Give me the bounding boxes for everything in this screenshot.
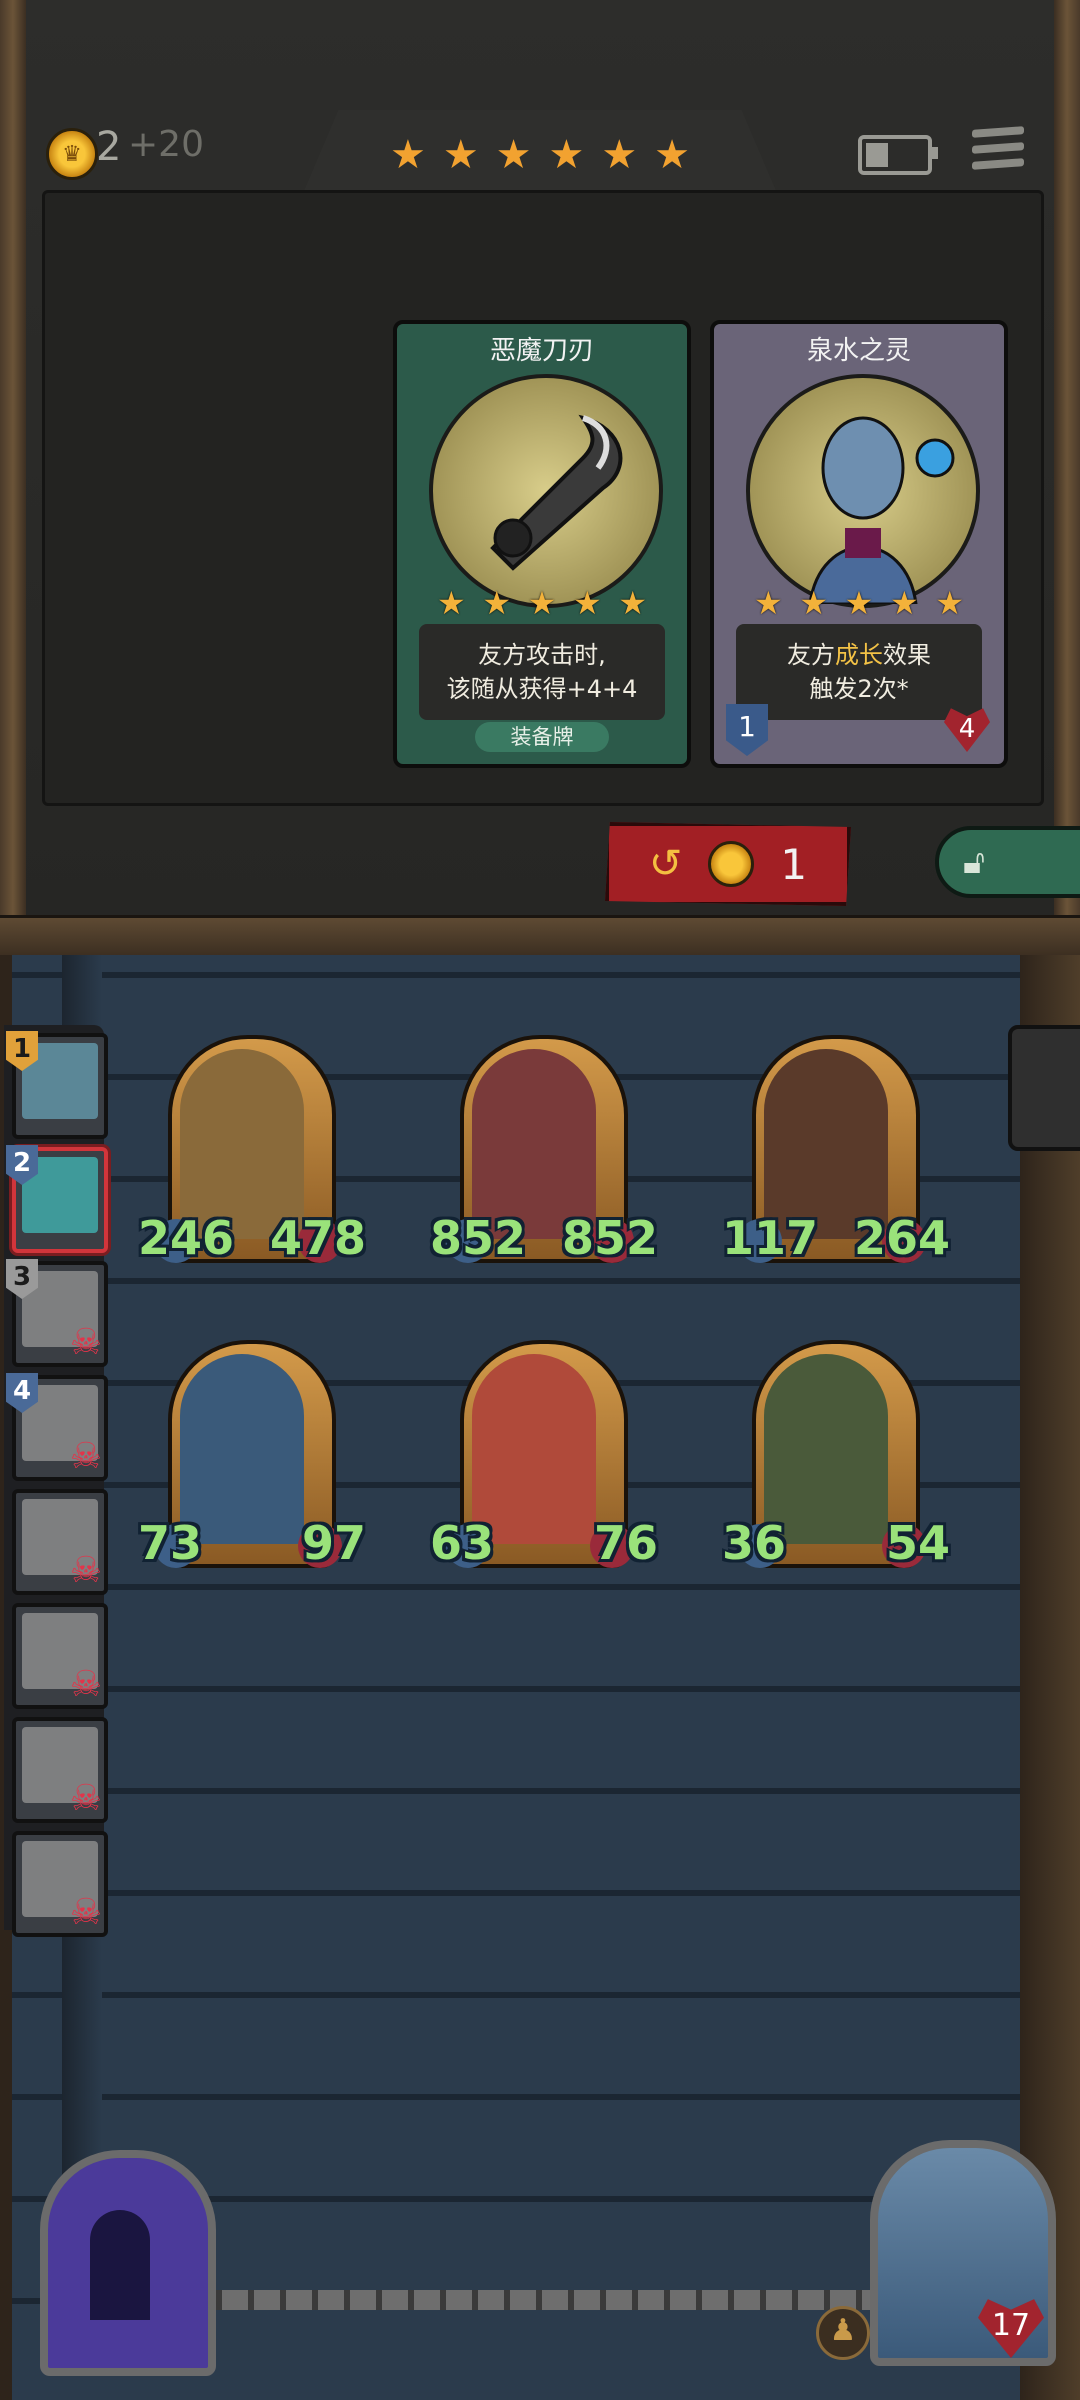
star-icon: ★ (572, 584, 602, 622)
minion-health: 264 (853, 1211, 950, 1265)
star-icon: ★ (799, 584, 829, 622)
minion-elf[interactable]: 73 97 (138, 1340, 366, 1570)
star-icon: ★ (844, 584, 874, 622)
skull-icon: ☠ (69, 1550, 102, 1591)
star-icon: ★ (618, 584, 647, 622)
star-icon: ★ (482, 584, 512, 622)
star-icon: ★ (935, 584, 964, 622)
star-icon: ★ (754, 584, 783, 622)
opponent-slot[interactable]: ☠ (12, 1717, 108, 1823)
crown-coin-icon: ♛ (46, 128, 98, 180)
lock-icon: 🔓︎ (963, 842, 986, 882)
crown-coin-icon (708, 841, 755, 887)
minion-attack: 36 (722, 1516, 787, 1570)
sword-art-icon (429, 374, 663, 608)
minion-knight[interactable]: 852 852 (430, 1035, 658, 1265)
card-tier-badge: 1 (726, 704, 768, 756)
shop-frame-left (0, 0, 26, 950)
star-icon: ★ (601, 132, 638, 178)
shop-frame-right (1054, 0, 1080, 950)
star-icon: ★ (548, 132, 585, 178)
star-icon: ★ (654, 132, 690, 178)
skull-icon: ☠ (69, 1322, 102, 1363)
opponent-slot[interactable]: ☠ (12, 1489, 108, 1595)
tavern-tier-stars: ★ ★ ★ ★ ★ ★ (390, 130, 690, 180)
elf-spirit-art-icon (746, 374, 980, 608)
star-icon: ★ (442, 132, 479, 178)
desc-line: 触发2次* (809, 675, 909, 703)
opponent-slot-active[interactable]: 2 (6, 1145, 108, 1253)
opponent-list: 1 2 3 ☠ 4 ☠ ☠ ☠ ☠ ☠ (4, 1025, 108, 1937)
minion-health: 54 (885, 1516, 950, 1570)
minion-imp[interactable]: 63 76 (430, 1340, 658, 1570)
side-panel-toggle[interactable] (1008, 1025, 1080, 1151)
skull-icon: ☠ (69, 1778, 102, 1819)
minion-brute[interactable]: 117 264 (722, 1035, 950, 1265)
refresh-cost: 1 (780, 839, 808, 889)
card-name: 泉水之灵 (806, 336, 911, 366)
shop-card-demon-blade[interactable]: 恶魔刀刃 ★ ★ ★ ★ ★ 友方攻击时, 该随从获得+4+4 装备牌 (393, 320, 691, 768)
minion-health: 76 (593, 1516, 658, 1570)
opponent-slot[interactable]: ☠ (12, 1831, 108, 1937)
opponent-slot[interactable]: ☠ (12, 1603, 108, 1709)
star-icon: ★ (495, 132, 532, 178)
star-icon: ★ (889, 584, 919, 622)
minion-attack: 117 (722, 1211, 819, 1265)
minion-attack: 852 (430, 1211, 527, 1265)
refresh-shop-button[interactable]: ↺ 1 (605, 822, 851, 906)
skull-icon: ☠ (69, 1664, 102, 1705)
minion-attack: 63 (430, 1516, 495, 1570)
opponent-slot[interactable]: 3 ☠ (6, 1259, 108, 1367)
desc-line: 友方攻击时, (478, 641, 606, 669)
opponent-slot[interactable]: 4 ☠ (6, 1373, 108, 1481)
gold-income: +20 (128, 124, 204, 165)
minion-attack: 73 (138, 1516, 203, 1570)
opponent-slot[interactable]: 1 (6, 1031, 108, 1139)
lock-shop-button[interactable]: 🔓︎ (935, 826, 1080, 898)
card-name: 恶魔刀刃 (489, 336, 594, 366)
skull-icon: ☠ (69, 1436, 102, 1477)
desc-line: 该随从获得+4+4 (446, 675, 638, 703)
minion-attack: 246 (138, 1211, 235, 1265)
gold-amount: 2 (96, 124, 122, 170)
card-description: 友方攻击时, 该随从获得+4+4 (419, 624, 665, 720)
menu-icon[interactable] (972, 126, 1024, 176)
card-description: 友方成长效果 触发2次* (736, 624, 982, 720)
shop-card-spring-spirit[interactable]: 泉水之灵 ★ ★ ★ ★ ★ 友方成长效果 触发2次* 1 4 (710, 320, 1008, 768)
refresh-arrow-icon: ↺ (648, 841, 683, 887)
skull-icon: ☠ (69, 1892, 102, 1933)
star-icon: ★ (437, 584, 466, 622)
chain-decoration (190, 2290, 880, 2310)
battery-icon (858, 135, 938, 175)
star-icon: ★ (527, 584, 557, 622)
minion-goblin[interactable]: 36 54 (722, 1340, 950, 1570)
bell-icon[interactable]: ♟ (816, 2306, 870, 2360)
card-type-tag: 装备牌 (475, 722, 609, 752)
minion-health: 478 (269, 1211, 366, 1265)
minion-bear[interactable]: 246 478 (138, 1035, 366, 1265)
tentacle-monster-icon (90, 2210, 150, 2320)
minion-health: 852 (561, 1211, 658, 1265)
desc-line: 友方成长效果 (787, 641, 931, 669)
minion-health: 97 (301, 1516, 366, 1570)
star-icon: ★ (390, 132, 426, 178)
card-stars: ★ ★ ★ ★ ★ (754, 584, 964, 622)
card-stars: ★ ★ ★ ★ ★ (437, 584, 647, 622)
